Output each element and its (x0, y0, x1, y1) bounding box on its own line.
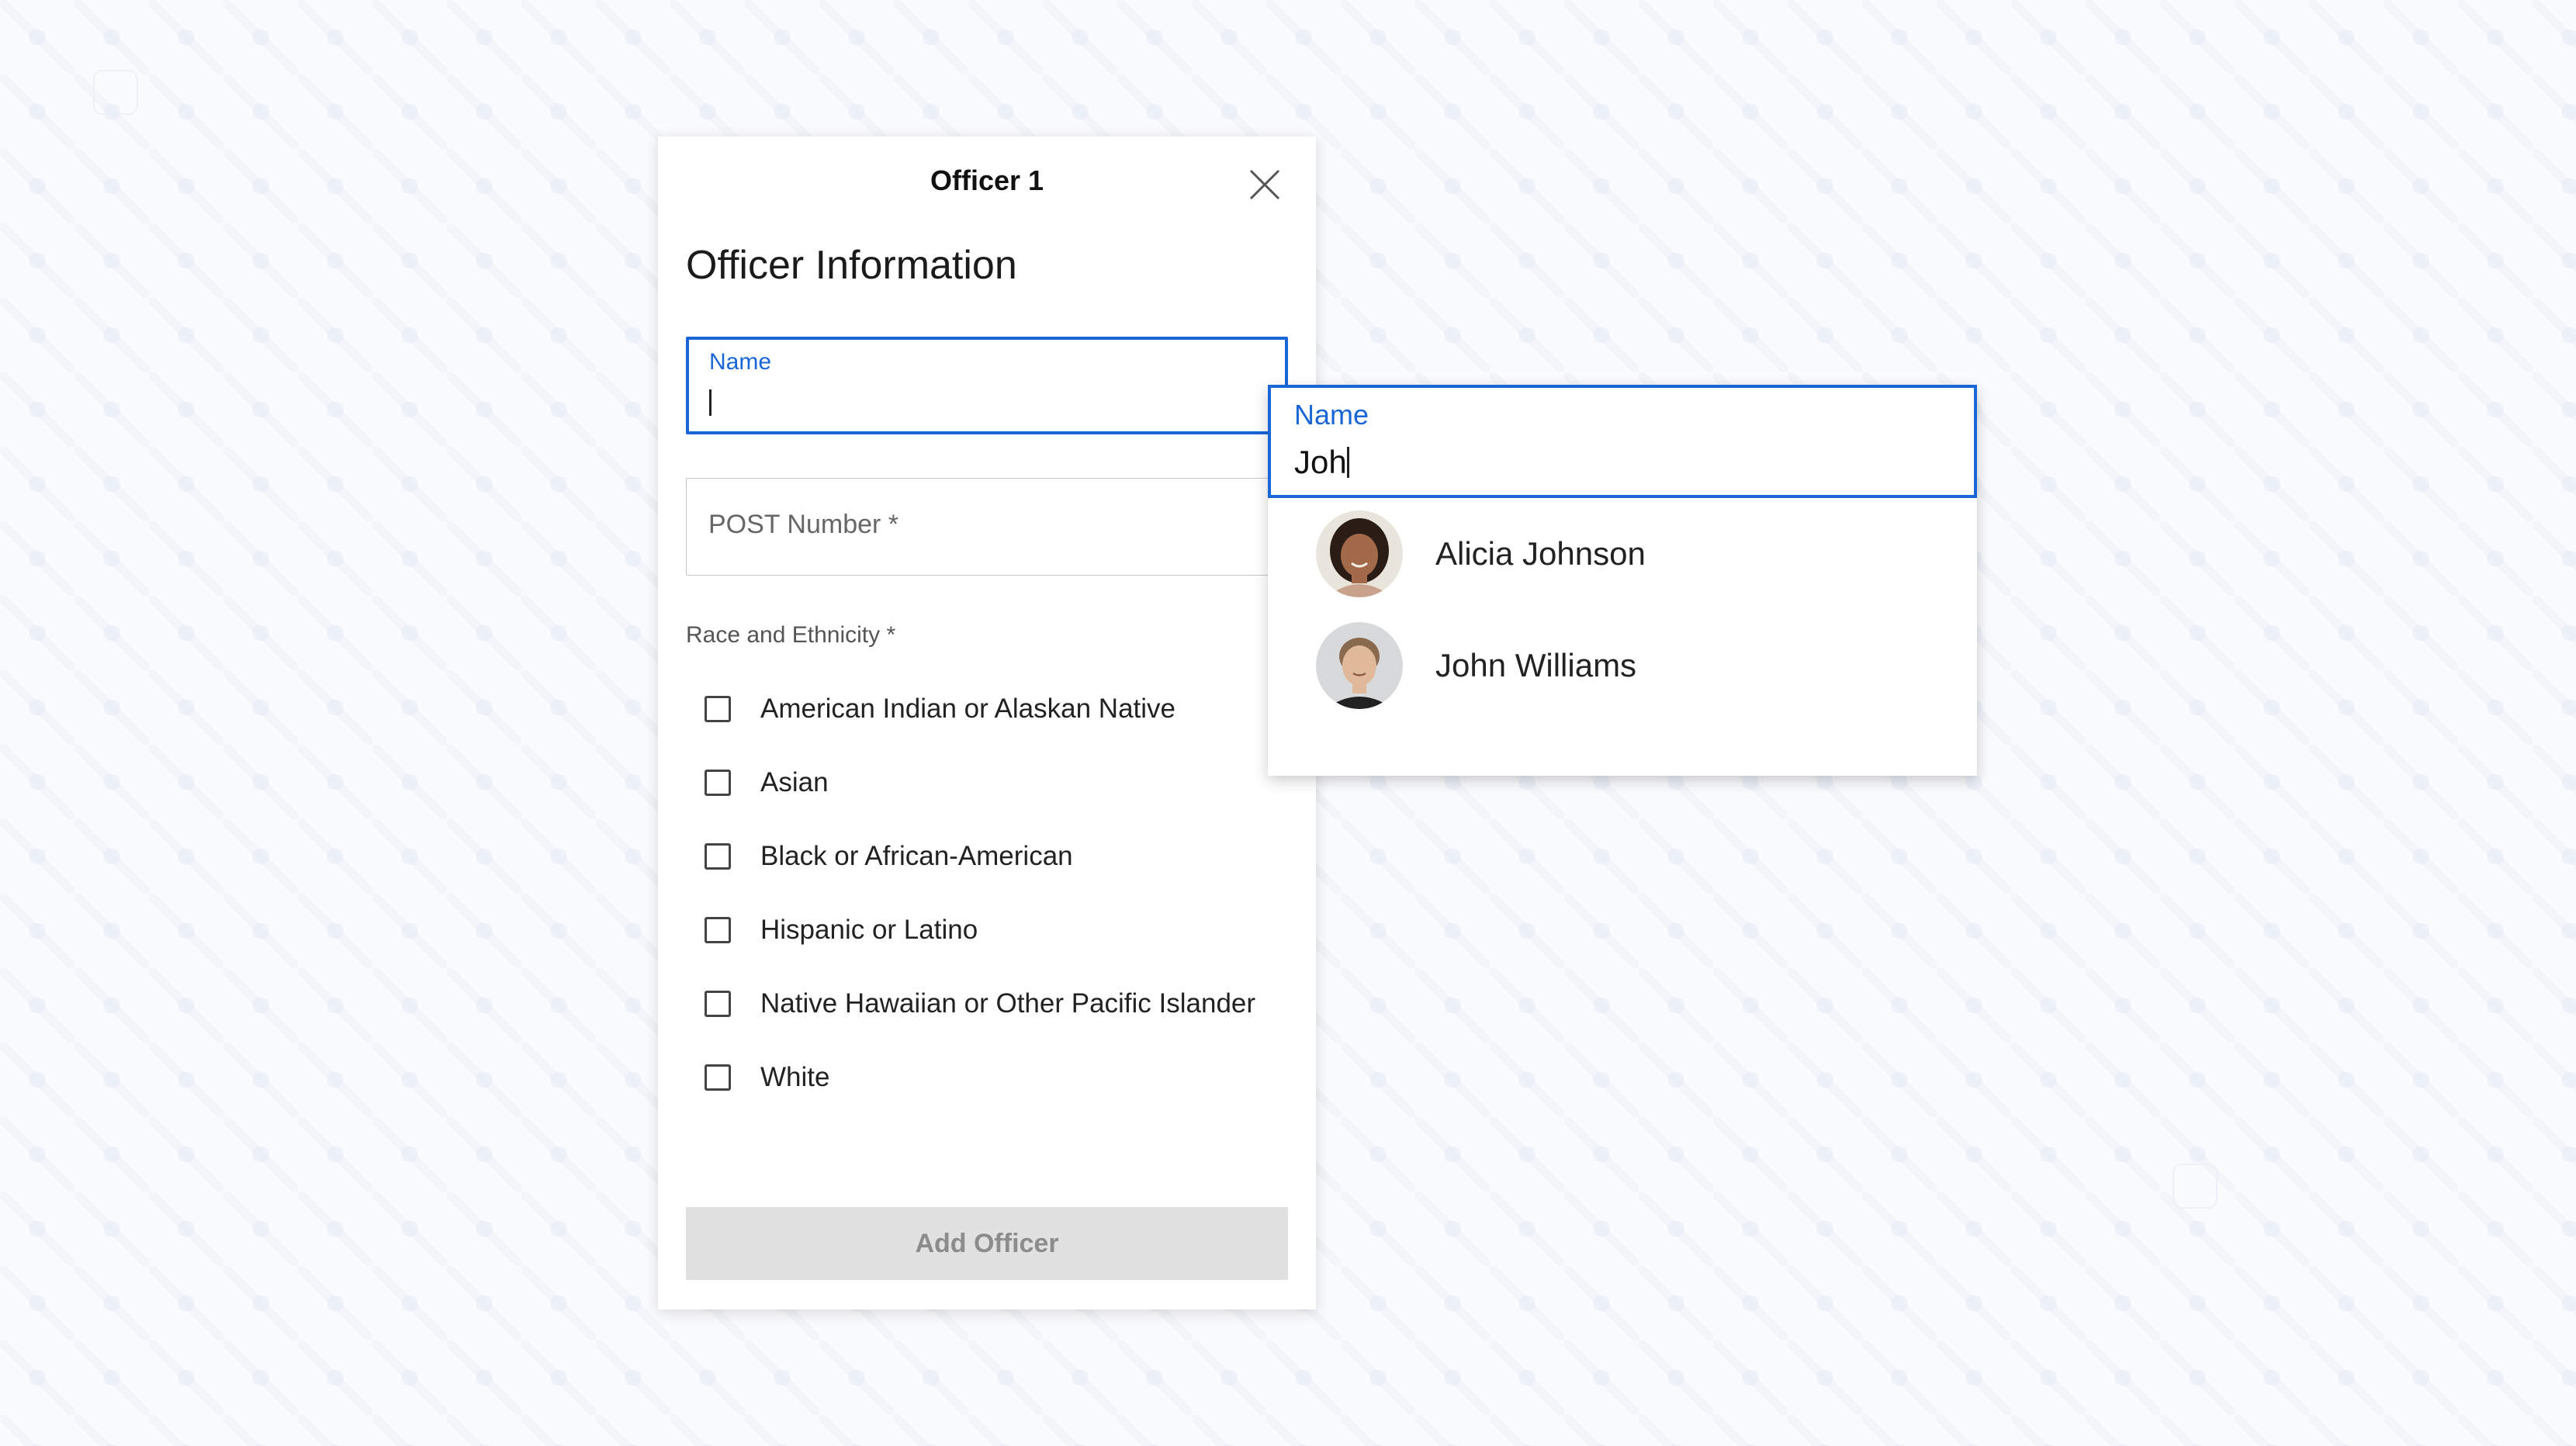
checkbox-hispanic[interactable]: Hispanic or Latino (705, 893, 1255, 967)
close-icon (1249, 169, 1280, 200)
checkbox-american-indian[interactable]: American Indian or Alaskan Native (705, 672, 1255, 745)
checkbox-box[interactable] (705, 842, 731, 870)
name-field[interactable]: Name (686, 337, 1288, 434)
checkbox-native-hawaiian[interactable]: Native Hawaiian or Other Pacific Islande… (705, 967, 1255, 1040)
suggestion-name: John Williams (1435, 647, 1637, 683)
race-ethnicity-options: American Indian or Alaskan Native Asian … (705, 672, 1255, 1114)
person-photo-icon (1316, 510, 1403, 597)
checkbox-asian[interactable]: Asian (705, 745, 1255, 819)
officer-modal: Officer 1 Officer Information Name POST … (658, 137, 1316, 1309)
background-pattern-icon (2173, 1164, 2218, 1209)
add-officer-button[interactable]: Add Officer (686, 1207, 1288, 1280)
checkbox-box[interactable] (705, 695, 731, 722)
person-photo-icon (1316, 622, 1403, 709)
autocomplete-field-label: Name (1294, 399, 1369, 431)
suggestion-list: Alicia Johnson John Williams (1268, 498, 1977, 721)
name-field-label: Name (709, 349, 772, 375)
checkbox-box[interactable] (705, 1064, 731, 1091)
modal-title: Officer 1 (930, 164, 1044, 196)
section-title: Officer Information (686, 243, 1017, 288)
text-caret (709, 389, 712, 416)
background-pattern-icon (93, 70, 138, 115)
suggestion-item[interactable]: John Williams (1268, 610, 1977, 721)
checkbox-label: Asian (760, 766, 829, 797)
checkbox-label: White (760, 1061, 830, 1092)
checkbox-black[interactable]: Black or African-American (705, 819, 1255, 893)
checkbox-white[interactable]: White (705, 1040, 1255, 1114)
checkbox-box[interactable] (705, 990, 731, 1017)
race-ethnicity-label: Race and Ethnicity * (686, 622, 896, 648)
checkbox-box[interactable] (705, 916, 731, 943)
suggestion-name: Alicia Johnson (1435, 535, 1646, 572)
checkbox-label: American Indian or Alaskan Native (760, 693, 1175, 724)
name-autocomplete: Name Joh Alicia Johnson John Williams (1268, 385, 1977, 776)
checkbox-label: Native Hawaiian or Other Pacific Islande… (760, 988, 1256, 1019)
checkbox-box[interactable] (705, 769, 731, 796)
checkbox-label: Black or African-American (760, 840, 1073, 871)
post-number-field[interactable]: POST Number * (686, 478, 1288, 576)
autocomplete-name-field[interactable]: Name Joh (1268, 385, 1977, 498)
suggestion-item[interactable]: Alicia Johnson (1268, 498, 1977, 610)
name-field-value[interactable] (709, 388, 712, 418)
post-number-placeholder: POST Number * (708, 510, 899, 539)
autocomplete-field-value[interactable]: Joh (1294, 444, 1349, 481)
close-button[interactable] (1248, 168, 1282, 202)
checkbox-label: Hispanic or Latino (760, 914, 978, 945)
text-caret (1346, 447, 1349, 478)
